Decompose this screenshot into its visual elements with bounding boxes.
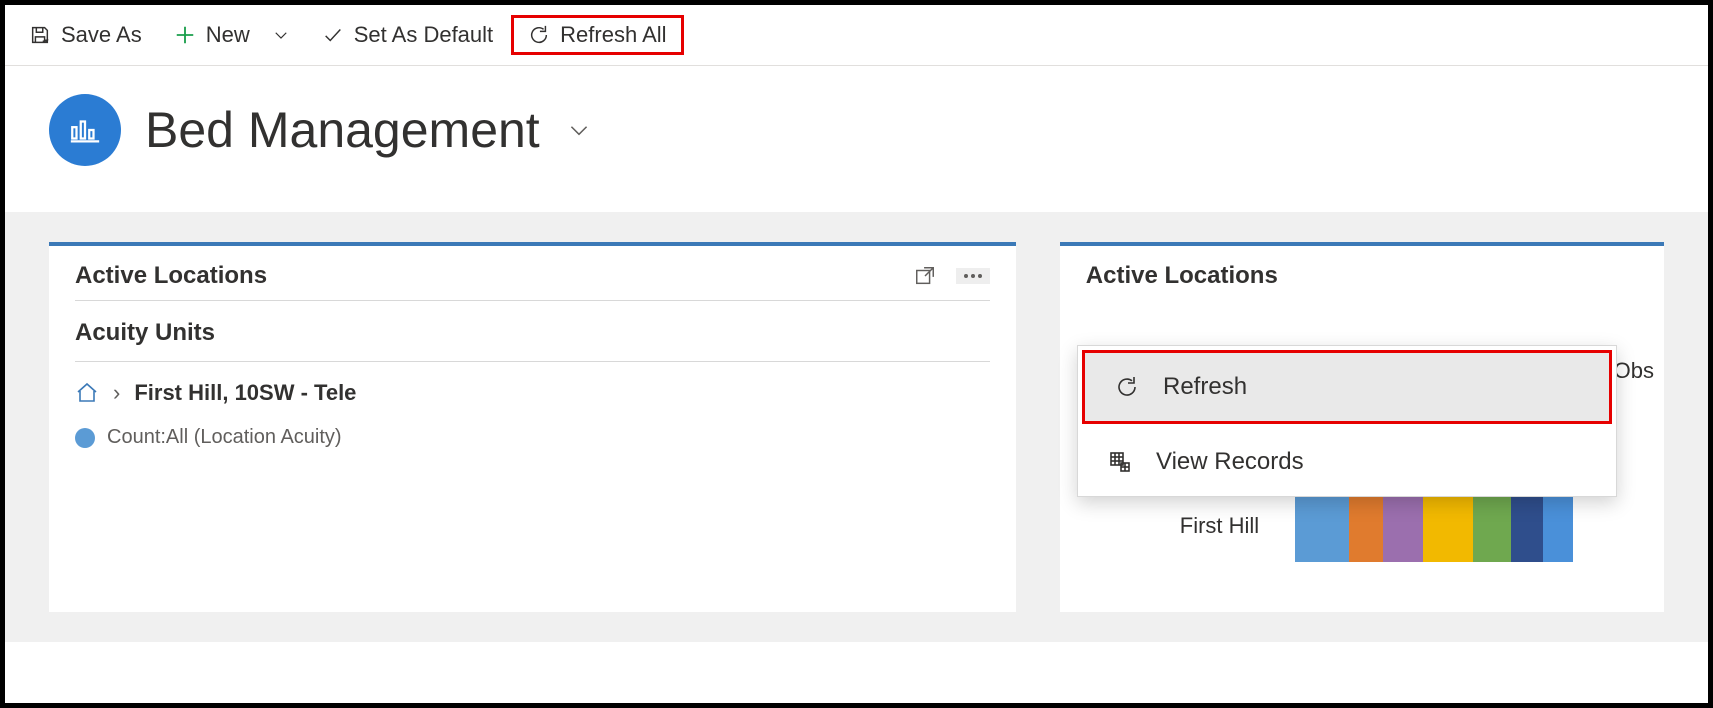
row-label: First Hill — [1180, 513, 1259, 539]
save-icon — [29, 24, 51, 46]
new-button[interactable]: New — [174, 22, 290, 48]
refresh-icon — [1115, 375, 1139, 399]
breadcrumb-sep: › — [113, 380, 120, 406]
records-icon — [1108, 450, 1132, 474]
page-title[interactable]: Bed Management — [145, 101, 592, 159]
bar-segment — [1295, 490, 1349, 562]
bar-segment — [1349, 490, 1383, 562]
menu-refresh[interactable]: Refresh — [1082, 350, 1612, 424]
new-label: New — [206, 22, 250, 48]
chevron-down-icon — [272, 26, 290, 44]
chevron-down-icon — [566, 117, 592, 143]
panel-title: Active Locations — [75, 262, 267, 290]
panel-active-locations-left: Active Locations Acuity Units — [49, 242, 1016, 612]
menu-view-records-label: View Records — [1156, 448, 1304, 476]
chart-legend: Count:All (Location Acuity) — [75, 426, 990, 469]
breadcrumb[interactable]: › First Hill, 10SW - Tele — [75, 362, 990, 426]
more-icon[interactable] — [956, 268, 990, 284]
bar-segment — [1543, 490, 1573, 562]
command-bar: Save As New Set As Default Refresh All — [5, 5, 1708, 66]
set-default-label: Set As Default — [354, 22, 493, 48]
expand-icon[interactable] — [914, 265, 936, 287]
plus-icon — [174, 24, 196, 46]
right-axis-ticks — [1360, 580, 1664, 612]
breadcrumb-text: First Hill, 10SW - Tele — [134, 380, 356, 406]
bar-segment — [1473, 490, 1511, 562]
bar-segment — [1383, 490, 1423, 562]
dashboard-badge-icon — [49, 94, 121, 166]
save-as-label: Save As — [61, 22, 142, 48]
set-default-button[interactable]: Set As Default — [322, 22, 493, 48]
refresh-all-button[interactable]: Refresh All — [511, 15, 683, 55]
legend-label: Count:All (Location Acuity) — [107, 426, 342, 449]
menu-refresh-label: Refresh — [1163, 373, 1247, 401]
panel-context-menu: Refresh View Records — [1077, 345, 1617, 497]
page-title-text: Bed Management — [145, 101, 540, 159]
menu-view-records[interactable]: View Records — [1078, 428, 1616, 496]
bar-segment — [1423, 490, 1473, 562]
home-icon — [75, 381, 99, 405]
refresh-all-label: Refresh All — [560, 22, 666, 48]
chart-axis — [49, 532, 1016, 612]
stacked-bars — [1295, 490, 1573, 562]
panel-subtitle: Acuity Units — [75, 301, 990, 362]
stacked-bar-row: First Hill — [1180, 490, 1664, 562]
page-header: Bed Management — [5, 66, 1708, 212]
check-icon — [322, 24, 344, 46]
refresh-icon — [528, 24, 550, 46]
legend-dot-icon — [75, 428, 95, 448]
save-as-button[interactable]: Save As — [29, 22, 142, 48]
bar-segment — [1511, 490, 1543, 562]
panel-title: Active Locations — [1086, 262, 1278, 290]
